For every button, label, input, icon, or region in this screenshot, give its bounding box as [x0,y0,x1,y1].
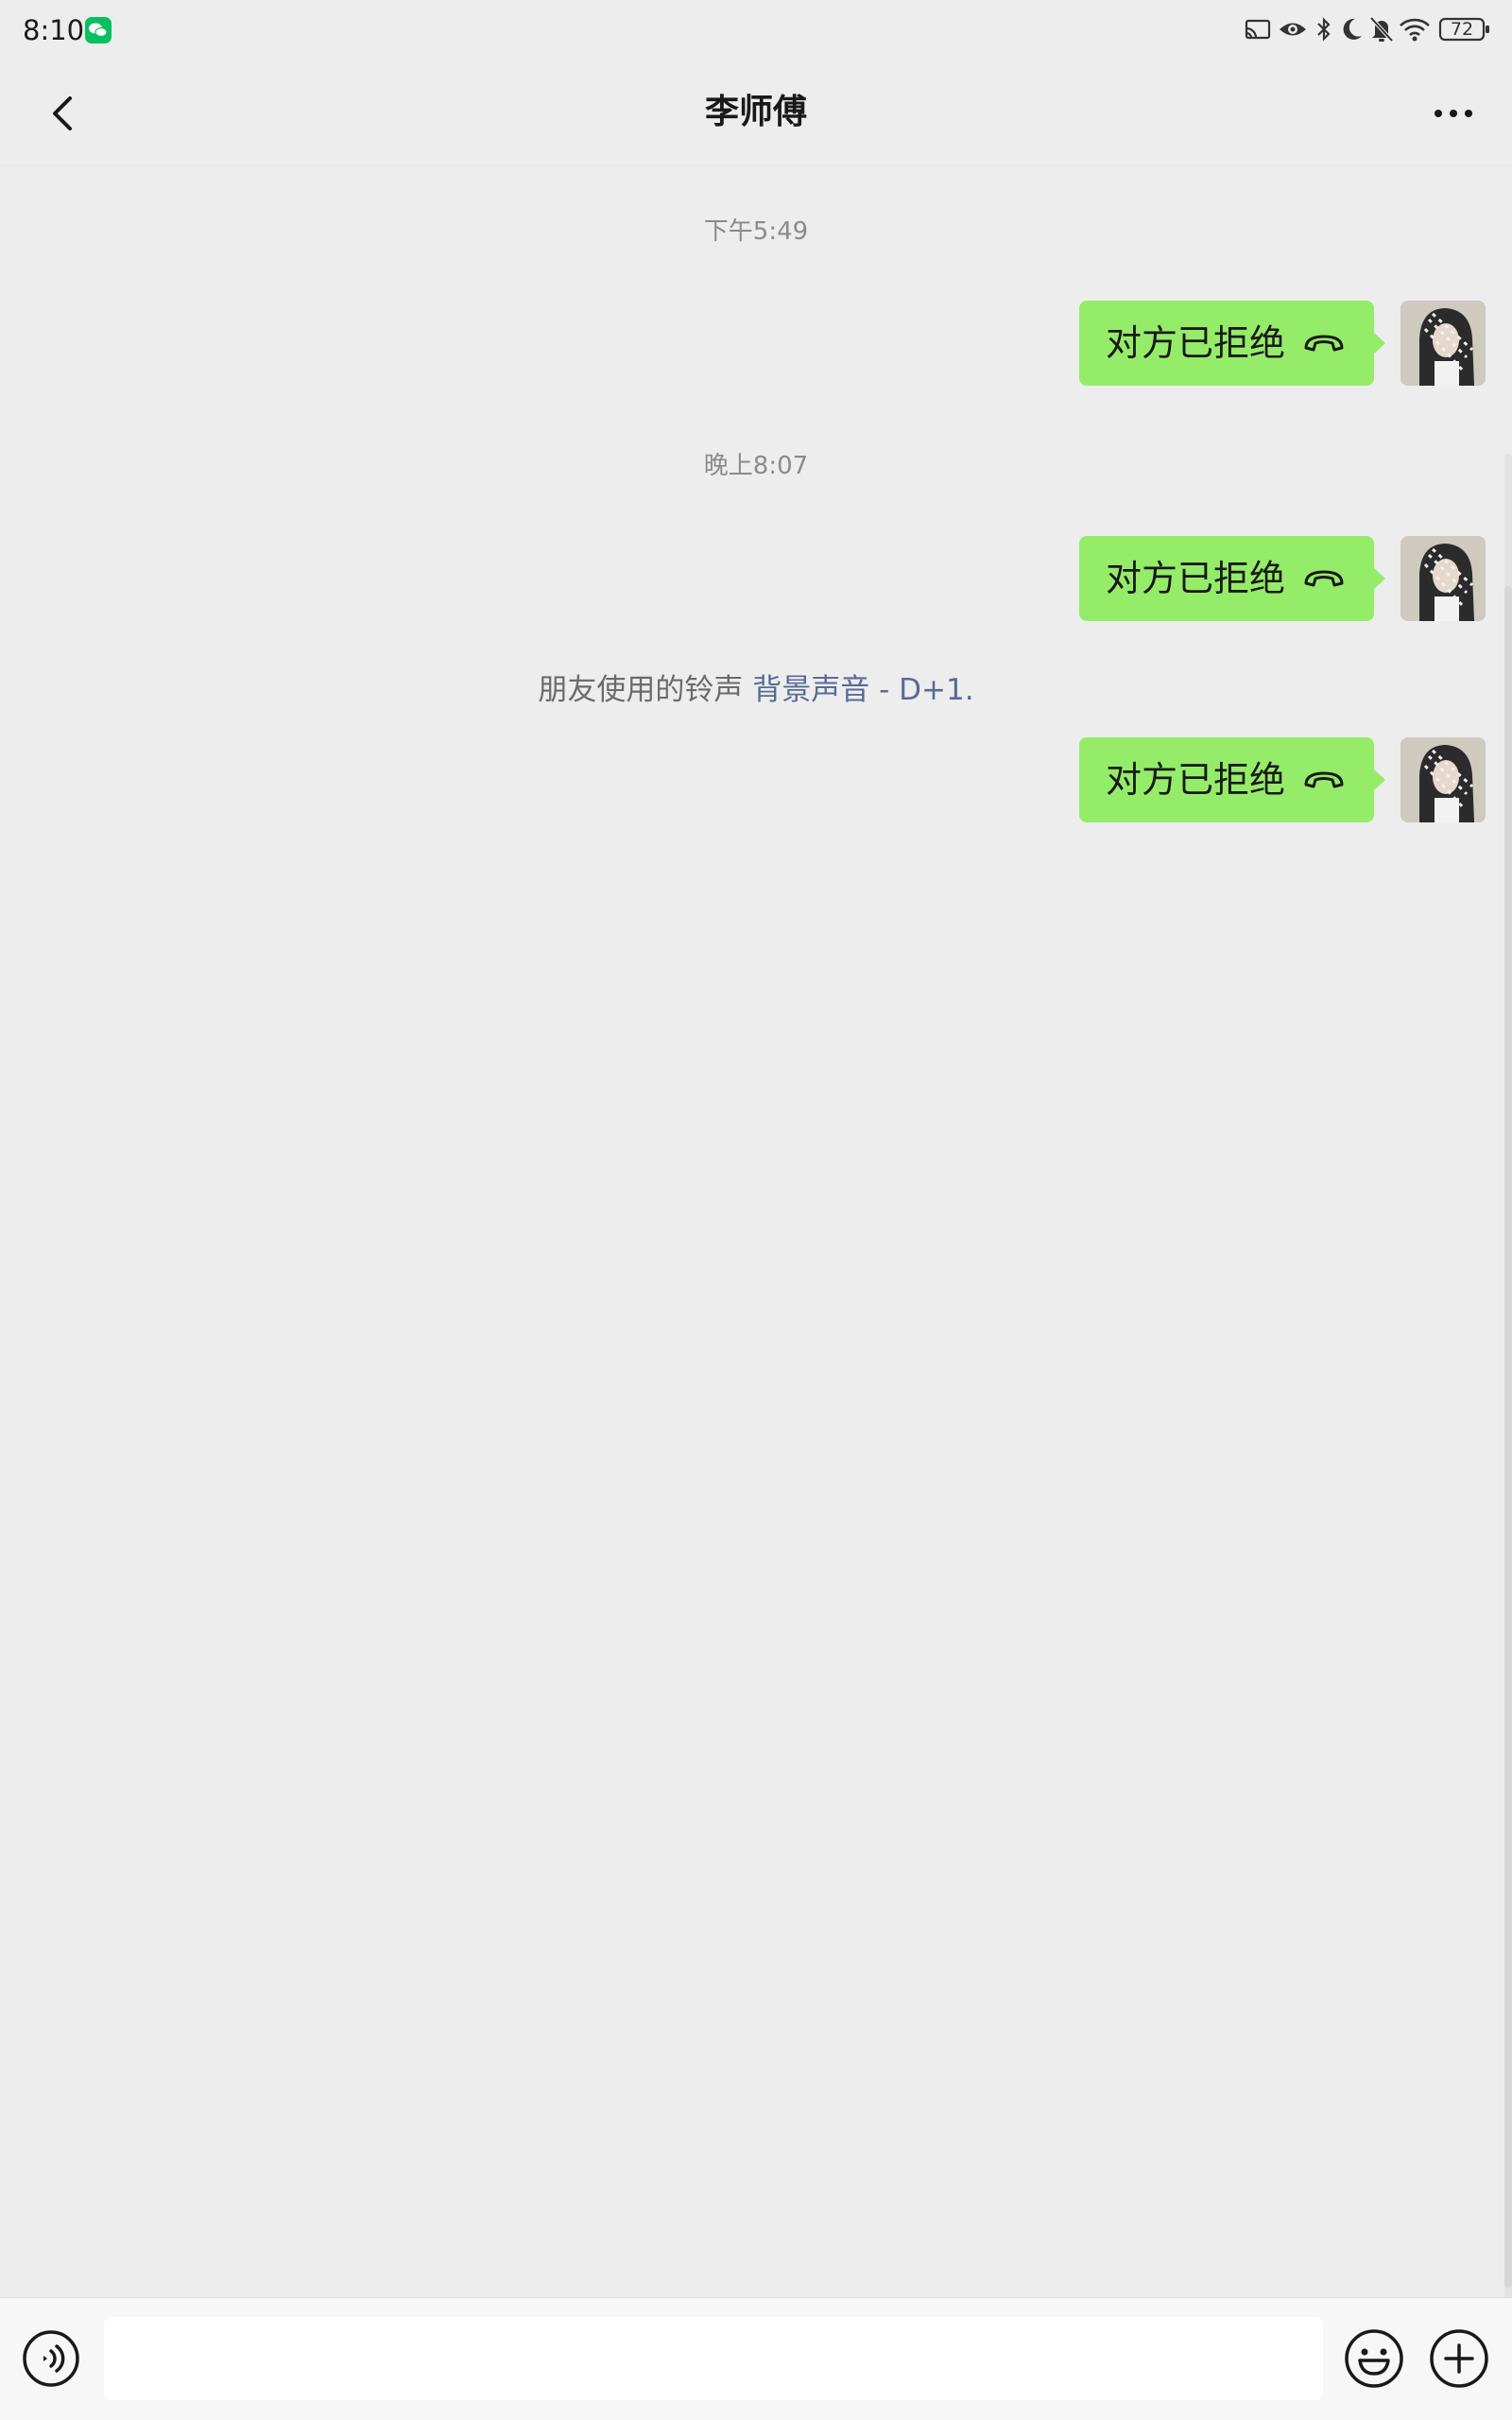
chat-header: 李师傅 [0,60,1512,165]
hangup-icon [1304,570,1344,587]
cast-icon [1244,15,1272,47]
avatar-image [1400,301,1486,386]
eye-icon [1278,15,1308,47]
scrollbar-thumb[interactable] [1504,586,1512,2288]
moon-icon [1338,15,1365,47]
avatar-image [1400,737,1486,822]
hangup-icon [1304,335,1344,352]
call-status-text: 对方已拒绝 [1106,759,1286,801]
input-bar [0,2297,1512,2420]
call-message-bubble[interactable]: 对方已拒绝 [1079,737,1385,822]
avatar[interactable] [1400,301,1486,386]
emoji-button[interactable] [1342,2326,1406,2391]
message-timestamp: 晚上8:07 [703,452,809,480]
emoji-icon [1345,2329,1403,2388]
bluetooth-icon [1314,15,1334,47]
plus-button[interactable] [1427,2326,1491,2391]
plus-circle-icon [1430,2329,1488,2388]
battery-icon: 72 [1438,15,1491,47]
call-message-bubble[interactable]: 对方已拒绝 [1079,536,1385,621]
ringtone-notice-text: 朋友使用的铃声 [538,673,744,707]
wifi-icon [1399,15,1431,47]
voice-icon [23,2330,79,2387]
avatar[interactable] [1400,737,1486,822]
wechat-icon [85,17,112,43]
status-bar: 8:10 72 [0,0,1512,60]
more-dots-icon [1435,110,1472,117]
avatar-image [1400,536,1486,621]
chat-title: 李师傅 [704,93,807,131]
ringtone-notice: 朋友使用的铃声 背景声音 - D+1. [0,669,1512,711]
avatar[interactable] [1400,536,1486,621]
status-icons: 72 [1244,15,1499,45]
status-time: 8:10 [23,14,85,46]
chat-screen: 8:10 72 李师傅 下午5:49 对方已拒绝 晚上8:07 对方已拒绝 朋友… [0,0,1512,2420]
call-status-text: 对方已拒绝 [1106,322,1286,364]
ringtone-link[interactable]: 背景声音 - D+1. [752,673,973,707]
bell-off-icon [1368,15,1395,47]
message-input[interactable] [104,2317,1323,2400]
more-button[interactable] [1416,83,1491,144]
call-message-bubble[interactable]: 对方已拒绝 [1079,301,1385,386]
battery-level: 72 [1450,19,1474,40]
voice-button[interactable] [21,2328,81,2389]
message-timestamp: 下午5:49 [703,217,809,246]
call-status-text: 对方已拒绝 [1106,558,1286,599]
hangup-icon [1304,771,1344,788]
